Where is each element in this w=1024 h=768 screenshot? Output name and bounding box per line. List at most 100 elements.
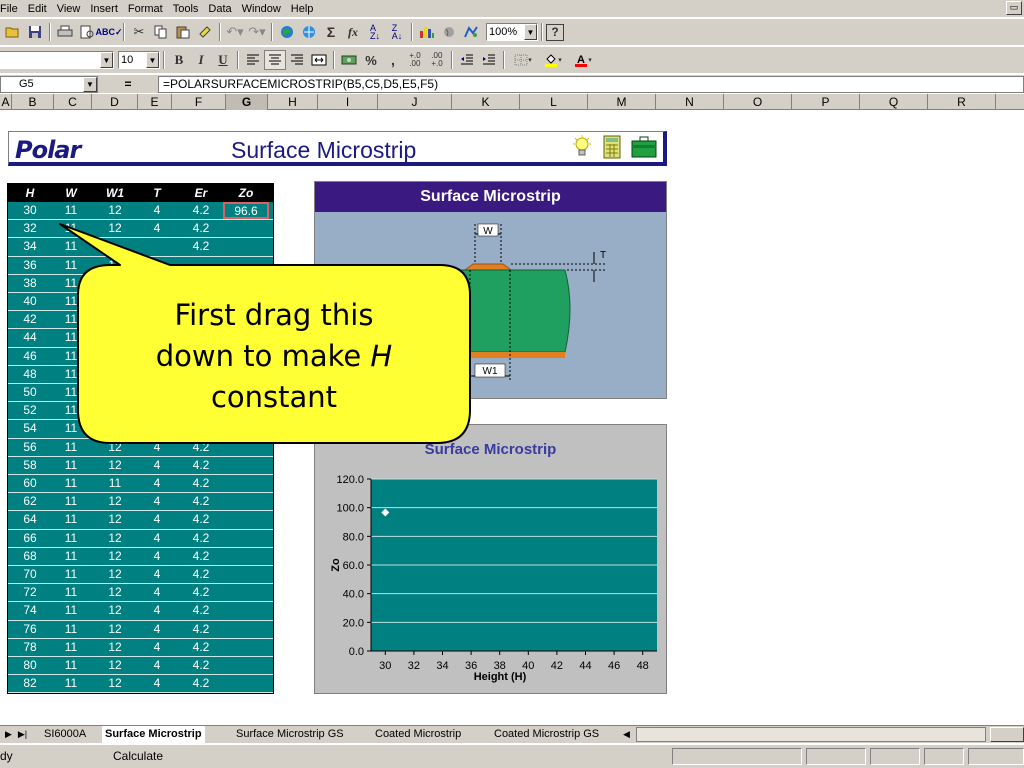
font-name-select[interactable]: ▼ bbox=[0, 51, 114, 69]
table-cell[interactable]: 4 bbox=[141, 640, 173, 654]
align-left-icon[interactable] bbox=[242, 50, 264, 70]
table-cell[interactable]: 11 bbox=[53, 330, 89, 344]
table-cell[interactable]: 46 bbox=[10, 349, 50, 363]
table-cell[interactable]: 4 bbox=[141, 658, 173, 672]
table-cell[interactable]: 11 bbox=[53, 512, 89, 526]
formula-input[interactable]: =POLARSURFACEMICROSTRIP(B5,C5,D5,E5,F5) bbox=[158, 75, 1024, 93]
table-cell[interactable]: 4.2 bbox=[181, 622, 221, 636]
column-header-d[interactable]: D bbox=[92, 94, 138, 110]
column-header-j[interactable]: J bbox=[378, 94, 452, 110]
table-cell[interactable]: 11 bbox=[53, 221, 89, 235]
save-icon[interactable] bbox=[24, 22, 46, 42]
tab-surface-microstrip-gs[interactable]: Surface Microstrip GS bbox=[236, 726, 344, 743]
horizontal-scrollbar[interactable] bbox=[636, 727, 986, 742]
zoom-select[interactable]: 100% ▼ bbox=[486, 23, 538, 41]
table-cell[interactable]: 4 bbox=[141, 221, 173, 235]
tab-coated-microstrip-gs[interactable]: Coated Microstrip GS bbox=[494, 726, 599, 743]
table-cell[interactable]: 11 bbox=[53, 567, 89, 581]
table-cell[interactable]: 12 bbox=[93, 494, 137, 508]
table-cell[interactable]: 4 bbox=[141, 512, 173, 526]
table-cell[interactable]: 56 bbox=[10, 440, 50, 454]
table-cell[interactable]: 11 bbox=[53, 276, 89, 290]
table-cell[interactable]: 40 bbox=[10, 294, 50, 308]
borders-icon[interactable]: ▾ bbox=[508, 50, 538, 70]
drawing-icon[interactable] bbox=[460, 22, 482, 42]
italic-button[interactable]: I bbox=[190, 50, 212, 70]
autosum-button[interactable]: Σ bbox=[320, 22, 342, 42]
table-cell[interactable]: 4.2 bbox=[181, 512, 221, 526]
table-cell[interactable]: 70 bbox=[10, 567, 50, 581]
menu-tools[interactable]: Tools bbox=[168, 3, 204, 15]
table-cell[interactable]: 4 bbox=[141, 531, 173, 545]
table-cell[interactable]: 11 bbox=[53, 585, 89, 599]
column-header-l[interactable]: L bbox=[520, 94, 588, 110]
table-cell[interactable]: 4.2 bbox=[181, 239, 221, 253]
decrease-decimal-icon[interactable]: .00 +.0 bbox=[426, 50, 448, 70]
table-cell[interactable]: 38 bbox=[10, 276, 50, 290]
table-cell[interactable]: 4 bbox=[141, 458, 173, 472]
table-cell[interactable]: 52 bbox=[10, 403, 50, 417]
undo-icon[interactable]: ↶▾ bbox=[224, 22, 246, 42]
scroll-thumb[interactable] bbox=[990, 727, 1024, 742]
table-cell[interactable]: 12 bbox=[93, 512, 137, 526]
table-cell[interactable]: 48 bbox=[10, 367, 50, 381]
table-cell[interactable]: 4.2 bbox=[181, 494, 221, 508]
table-cell[interactable]: 11 bbox=[53, 258, 89, 272]
column-header-a[interactable]: A bbox=[0, 94, 12, 110]
table-cell[interactable]: 36 bbox=[10, 258, 50, 272]
column-header-q[interactable]: Q bbox=[860, 94, 928, 110]
align-right-icon[interactable] bbox=[286, 50, 308, 70]
column-header-n[interactable]: N bbox=[656, 94, 724, 110]
increase-indent-icon[interactable] bbox=[478, 50, 500, 70]
column-header-c[interactable]: C bbox=[54, 94, 92, 110]
table-cell[interactable]: 11 bbox=[53, 549, 89, 563]
table-cell[interactable]: 12 bbox=[93, 676, 137, 690]
table-cell[interactable]: 12 bbox=[93, 531, 137, 545]
table-cell[interactable]: 12 bbox=[93, 458, 137, 472]
table-cell[interactable]: 11 bbox=[53, 622, 89, 636]
font-size-select[interactable]: 10 ▼ bbox=[118, 51, 160, 69]
hyperlink-icon[interactable] bbox=[298, 22, 320, 42]
table-cell[interactable]: 4.2 bbox=[181, 567, 221, 581]
column-header-p[interactable]: P bbox=[792, 94, 860, 110]
table-cell[interactable]: 4 bbox=[141, 549, 173, 563]
menu-insert[interactable]: Insert bbox=[85, 3, 123, 15]
map-icon[interactable] bbox=[438, 22, 460, 42]
fill-color-icon[interactable]: ▾ bbox=[538, 50, 568, 70]
table-cell[interactable]: 11 bbox=[53, 658, 89, 672]
tab-coated-microstrip[interactable]: Coated Microstrip bbox=[375, 726, 461, 743]
table-cell[interactable]: 4.2 bbox=[181, 531, 221, 545]
table-cell[interactable]: 42 bbox=[10, 312, 50, 326]
menu-file[interactable]: File bbox=[0, 3, 23, 15]
table-cell[interactable]: 11 bbox=[53, 640, 89, 654]
column-header-e[interactable]: E bbox=[138, 94, 172, 110]
table-cell[interactable]: 44 bbox=[10, 330, 50, 344]
table-cell[interactable]: 4.2 bbox=[181, 585, 221, 599]
lightbulb-icon[interactable] bbox=[571, 135, 593, 159]
column-header-k[interactable]: K bbox=[452, 94, 520, 110]
open-icon[interactable] bbox=[2, 22, 24, 42]
comma-style-button[interactable]: , bbox=[382, 50, 404, 70]
table-cell[interactable]: 50 bbox=[10, 385, 50, 399]
office-assistant-button[interactable]: ? bbox=[546, 23, 564, 41]
menu-edit[interactable]: Edit bbox=[23, 3, 52, 15]
table-cell[interactable]: 4 bbox=[141, 622, 173, 636]
table-cell[interactable]: 4.2 bbox=[181, 640, 221, 654]
table-cell[interactable]: 12 bbox=[93, 221, 137, 235]
table-cell[interactable]: 11 bbox=[53, 403, 89, 417]
chevron-down-icon[interactable]: ▼ bbox=[146, 52, 159, 68]
table-cell[interactable]: 4 bbox=[141, 585, 173, 599]
tab-si6000a[interactable]: SI6000A bbox=[44, 726, 86, 743]
spelling-icon[interactable]: ABC✓ bbox=[95, 22, 122, 42]
cut-icon[interactable]: ✂ bbox=[128, 22, 150, 42]
column-header-h[interactable]: H bbox=[268, 94, 318, 110]
currency-icon[interactable] bbox=[338, 50, 360, 70]
align-center-icon[interactable] bbox=[264, 50, 286, 70]
decrease-indent-icon[interactable] bbox=[456, 50, 478, 70]
table-cell[interactable]: 12 bbox=[93, 603, 137, 617]
table-cell[interactable]: 12 bbox=[93, 567, 137, 581]
chart-panel[interactable]: Surface Microstrip 0.0 20.0 40.0 60.0 80.0 10… bbox=[314, 424, 667, 694]
table-cell[interactable]: 4 bbox=[141, 676, 173, 690]
table-cell[interactable]: 12 bbox=[93, 258, 137, 272]
percent-style-button[interactable]: % bbox=[360, 50, 382, 70]
